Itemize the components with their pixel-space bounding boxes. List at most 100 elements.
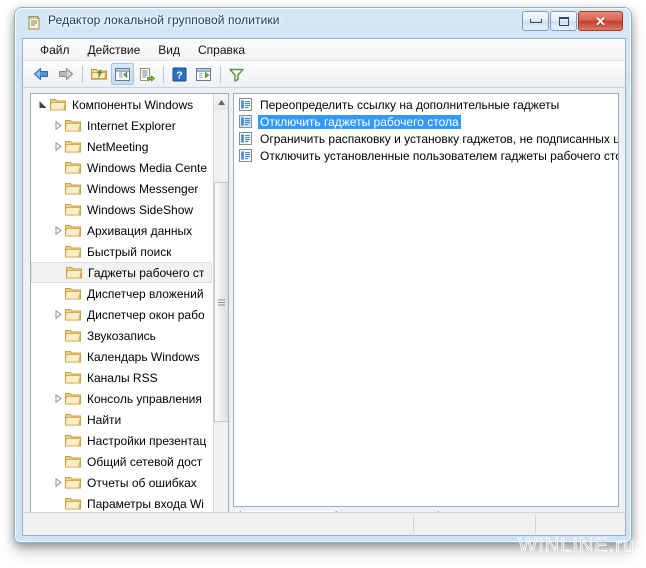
status-divider — [413, 516, 414, 533]
tree-item[interactable]: Windows SideShow — [31, 199, 214, 220]
view-pane-button[interactable] — [192, 63, 215, 85]
policy-list-rows: Переопределить ссылку на дополнительные … — [234, 94, 618, 164]
policy-setting-icon — [239, 132, 253, 145]
filter-funnel-icon — [229, 68, 244, 82]
toolbar-separator — [220, 65, 221, 83]
chevron-collapsed-icon[interactable] — [52, 115, 65, 136]
tree-item[interactable]: Календарь Windows — [31, 346, 214, 367]
help-button[interactable]: ? — [168, 63, 191, 85]
up-folder-button[interactable] — [87, 63, 110, 85]
tree-item-label: Компоненты Windows — [72, 97, 194, 112]
chevron-collapsed-icon[interactable] — [52, 304, 65, 325]
tree-item-label: Windows Media Cente — [87, 160, 208, 175]
folder-icon — [65, 119, 83, 132]
tree-item-label: Параметры входа Wi — [87, 496, 204, 511]
back-button[interactable] — [30, 63, 53, 85]
tree-item-label: Быстрый поиск — [87, 244, 172, 259]
folder-icon — [65, 497, 83, 510]
status-bar — [23, 512, 625, 535]
filter-button[interactable] — [225, 63, 248, 85]
tree-item[interactable]: Диспетчер окон рабо — [31, 304, 214, 325]
tree-item[interactable]: Диспетчер вложений — [31, 283, 214, 304]
tree-item[interactable]: Компоненты Windows — [31, 94, 214, 115]
folder-icon — [65, 308, 83, 321]
chevron-expanded-icon[interactable] — [37, 94, 50, 115]
folder-icon — [50, 98, 68, 111]
minimize-icon — [529, 19, 542, 23]
tree-item[interactable]: Windows Media Cente — [31, 157, 214, 178]
menu-view[interactable]: Вид — [149, 41, 189, 59]
show-hide-tree-button[interactable] — [111, 63, 134, 85]
menu-help[interactable]: Справка — [189, 41, 254, 59]
folder-icon — [65, 224, 83, 237]
tree-vertical-scrollbar-thumb[interactable] — [214, 182, 228, 422]
tree-item-label: Internet Explorer — [87, 118, 176, 133]
chevron-collapsed-icon[interactable] — [52, 472, 65, 493]
close-button[interactable]: ✕ — [578, 11, 623, 31]
title-bar[interactable]: Редактор локальной групповой политики ✕ — [15, 8, 631, 37]
forward-button[interactable] — [54, 63, 77, 85]
tree-item[interactable]: Каналы RSS — [31, 367, 214, 388]
policy-setting-icon — [239, 115, 253, 128]
folder-icon — [65, 203, 83, 216]
policy-document-icon — [26, 15, 42, 31]
menu-action[interactable]: Действие — [79, 41, 150, 59]
chevron-collapsed-icon[interactable] — [52, 136, 65, 157]
close-icon: ✕ — [595, 13, 606, 29]
svg-text:?: ? — [176, 69, 182, 81]
policy-list-item[interactable]: Переопределить ссылку на дополнительные … — [234, 96, 618, 113]
navigation-tree-pane[interactable]: Компоненты Windows Internet Explorer NetMe… — [30, 93, 229, 530]
policy-list-item[interactable]: Отключить установленные пользователем га… — [234, 147, 618, 164]
tree-item[interactable]: Параметры входа Wi — [31, 493, 214, 512]
show-hide-tree-icon — [115, 67, 130, 81]
tree-item[interactable]: Настройки презентац — [31, 430, 214, 451]
policy-list-item[interactable]: Ограничить распаковку и установку гаджет… — [234, 130, 618, 147]
tree-item-label: Отчеты об ошибках — [87, 475, 197, 490]
tree-item[interactable]: Отчеты об ошибках — [31, 472, 214, 493]
tree-item-label: Консоль управления — [87, 391, 202, 406]
application-window: Редактор локальной групповой политики ✕ … — [14, 7, 632, 543]
tree-vertical-scrollbar[interactable] — [213, 94, 228, 512]
back-arrow-icon — [34, 68, 48, 80]
policy-list-item[interactable]: Отключить гаджеты рабочего стола — [234, 113, 618, 130]
tree-item[interactable]: Звукозапись — [31, 325, 214, 346]
policy-list[interactable]: Переопределить ссылку на дополнительные … — [233, 93, 619, 507]
folder-icon — [65, 392, 83, 405]
maximize-button[interactable] — [550, 11, 577, 31]
minimize-button[interactable] — [522, 11, 549, 31]
up-folder-icon — [90, 69, 107, 80]
tree-item[interactable]: Быстрый поиск — [31, 241, 214, 262]
tree-item-label: Windows SideShow — [87, 202, 194, 217]
folder-icon — [65, 140, 83, 153]
tree-item[interactable]: Гаджеты рабочего ст — [31, 262, 212, 283]
view-pane-icon — [196, 67, 211, 81]
tree-item[interactable]: Общий сетевой дост — [31, 451, 214, 472]
tree-item[interactable]: Internet Explorer — [31, 115, 214, 136]
scroll-up-arrow-icon[interactable] — [214, 94, 228, 110]
tree-item[interactable]: Windows Messenger — [31, 178, 214, 199]
tree-item[interactable]: Архивация данных — [31, 220, 214, 241]
policy-list-item-label: Отключить гаджеты рабочего стола — [258, 114, 461, 129]
menu-file[interactable]: Файл — [31, 41, 79, 59]
tree-item-label: Звукозапись — [87, 328, 156, 343]
chevron-collapsed-icon[interactable] — [52, 388, 65, 409]
tree-item-label: Календарь Windows — [87, 349, 200, 364]
tree-item[interactable]: Найти — [31, 409, 214, 430]
folder-icon — [65, 350, 83, 363]
folder-icon — [65, 371, 83, 384]
tree-item[interactable]: Консоль управления — [31, 388, 214, 409]
policy-list-pane: Переопределить ссылку на дополнительные … — [232, 93, 619, 531]
chevron-collapsed-icon[interactable] — [52, 220, 65, 241]
folder-icon — [65, 287, 83, 300]
export-list-button[interactable] — [135, 63, 158, 85]
help-icon: ? — [172, 67, 187, 81]
folder-icon — [65, 161, 83, 174]
tree-item[interactable]: NetMeeting — [31, 136, 214, 157]
maximize-icon — [558, 16, 569, 26]
client-area: Файл Действие Вид Справка ? Компоненты W… — [22, 38, 626, 536]
toolbar: ? — [23, 61, 625, 88]
folder-icon — [65, 182, 83, 195]
